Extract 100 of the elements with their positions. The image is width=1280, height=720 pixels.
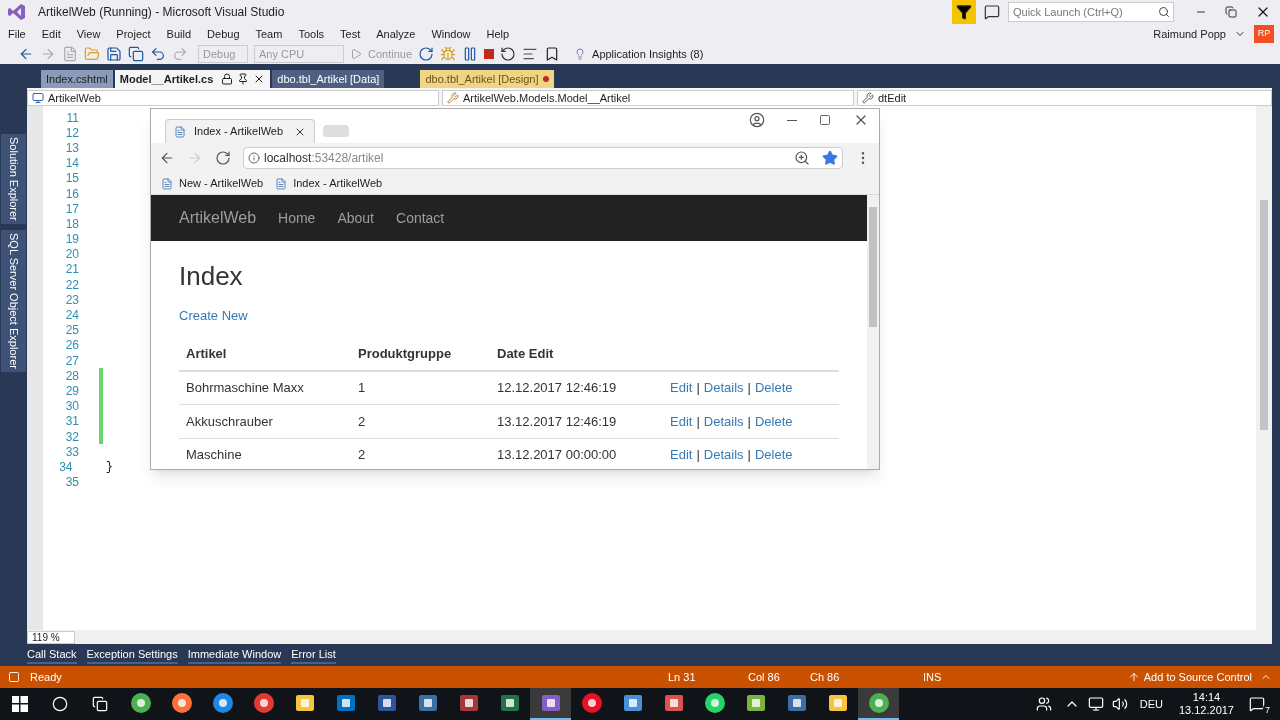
member-dropdown[interactable]: dtEdit (878, 89, 907, 107)
back-icon[interactable] (159, 150, 175, 166)
table-cell-text: Bohrmaschine Maxx (186, 379, 305, 397)
action-link[interactable]: Delete (754, 411, 793, 431)
document-tab[interactable]: Index.cshtml (41, 70, 113, 88)
zoom-dropdown[interactable]: 119 % (27, 630, 75, 644)
bookmark-item[interactable]: New - ArtikelWeb (179, 175, 264, 192)
document-tab[interactable]: Model__Artikel.cs (114, 70, 271, 88)
menu-item[interactable]: File (0, 25, 34, 43)
tool-window-tab[interactable]: Exception Settings (86, 645, 178, 665)
action-link[interactable]: Edit (670, 445, 693, 465)
info-icon[interactable] (248, 152, 260, 164)
scrollbar-thumb[interactable] (869, 207, 877, 327)
property-icon[interactable] (862, 92, 874, 104)
lock-icon[interactable] (221, 73, 234, 85)
clock[interactable]: 14:14 13.12.2017 (1178, 691, 1234, 717)
menu-item[interactable]: Tools (290, 25, 333, 43)
notification-icon[interactable] (1249, 696, 1265, 712)
stop-icon[interactable] (484, 49, 495, 59)
zoom-icon[interactable] (794, 150, 810, 166)
action-link[interactable]: Delete (754, 378, 793, 398)
tool-window-tab[interactable]: Call Stack (27, 645, 77, 665)
filter-button[interactable] (952, 0, 976, 24)
project-icon[interactable] (32, 92, 44, 104)
project-dropdown[interactable]: ArtikelWeb (48, 89, 101, 107)
menu-item[interactable]: Debug (199, 25, 248, 43)
table-cell-text: 13.12.2017 12:46:19 (497, 412, 618, 431)
action-link[interactable]: Delete (754, 445, 793, 465)
action-link[interactable]: Details (703, 378, 744, 398)
clock-time: 14:14 (1192, 691, 1221, 704)
save-icon[interactable] (106, 46, 122, 62)
modified-dot-icon (542, 76, 549, 82)
menu-item[interactable]: Window (423, 25, 479, 43)
taskbar-app[interactable] (530, 688, 571, 720)
action-link[interactable]: Details (703, 445, 744, 465)
save-all-icon[interactable] (128, 46, 144, 62)
user-avatar[interactable]: RP (1254, 25, 1274, 43)
bookmark-star-icon[interactable] (822, 150, 838, 166)
user-name[interactable]: Raimund Popp (1153, 25, 1226, 43)
line-number: 22 (64, 276, 79, 294)
language-indicator[interactable]: DEU (1139, 695, 1163, 713)
menu-item[interactable]: Project (108, 25, 159, 43)
feedback-icon[interactable] (984, 4, 1000, 20)
nav-link[interactable]: Contact (396, 207, 445, 229)
nav-link[interactable]: Home (278, 207, 316, 229)
tool-window-tab[interactable]: Immediate Window (187, 645, 282, 665)
action-link[interactable]: Edit (670, 378, 693, 398)
document-tab[interactable]: dbo.tbl_Artikel [Data] (272, 70, 385, 88)
maximize-icon[interactable] (819, 114, 831, 126)
start-icon[interactable] (12, 696, 28, 712)
restore-icon[interactable] (1225, 6, 1237, 18)
class-icon[interactable] (447, 92, 459, 104)
task-view-icon[interactable] (92, 696, 108, 712)
create-new-link[interactable]: Create New (179, 306, 839, 326)
undo-icon[interactable] (150, 46, 166, 62)
status-text: Ready (30, 669, 63, 685)
menu-item[interactable]: Team (247, 25, 291, 43)
line-number: 21 (64, 261, 79, 279)
page-icon (174, 125, 186, 138)
address-bar[interactable]: localhost:53428/artikel (264, 149, 384, 167)
restart-icon[interactable] (500, 46, 517, 62)
menu-item[interactable]: Edit (33, 25, 69, 43)
side-tab[interactable]: Solution Explorer (1, 134, 26, 224)
action-link[interactable]: Details (703, 411, 744, 431)
menu-item[interactable]: View (68, 25, 109, 43)
nav-link[interactable]: About (337, 207, 374, 229)
line-number: 25 (64, 322, 79, 340)
browser-tab[interactable]: Index - ArtikelWeb (165, 119, 315, 143)
people-icon[interactable] (1035, 696, 1052, 712)
document-tab[interactable]: dbo.tbl_Artikel [Design] (420, 70, 554, 88)
menu-item[interactable]: Analyze (368, 25, 424, 43)
minimize-icon[interactable] (787, 119, 797, 121)
link-separator: | (747, 379, 751, 397)
volume-icon[interactable] (1111, 696, 1128, 712)
scrollbar-thumb[interactable] (1260, 200, 1268, 430)
insights-button[interactable]: Application Insights (8) (592, 45, 704, 63)
table-cell-text: 13.12.2017 00:00:00 (497, 446, 618, 464)
refresh-icon[interactable] (418, 46, 435, 62)
line-number: 34 (58, 458, 73, 476)
menu-item[interactable]: Test (332, 25, 369, 43)
action-link[interactable]: Edit (670, 411, 693, 431)
profile-icon[interactable] (749, 112, 765, 128)
pin-icon[interactable] (237, 73, 250, 85)
back-icon[interactable] (18, 46, 34, 62)
site-brand[interactable]: ArtikelWeb (179, 206, 257, 230)
menu-item[interactable]: Help (478, 25, 518, 43)
search-icon[interactable] (52, 696, 68, 712)
side-tab[interactable]: SQL Server Object Explorer (1, 229, 26, 372)
lightbulb-icon[interactable] (574, 48, 587, 60)
source-control-button[interactable]: Add to Source Control (1143, 668, 1252, 686)
menu-item[interactable]: Build (158, 25, 200, 43)
reload-icon[interactable] (215, 150, 231, 166)
tool-window-tab[interactable]: Error List (291, 645, 336, 665)
table-cell-text: 1 (358, 379, 367, 397)
line-number: 18 (64, 215, 79, 233)
taskbar-app[interactable] (858, 688, 899, 720)
network-icon[interactable] (1087, 696, 1104, 712)
bookmark-item[interactable]: Index - ArtikelWeb (293, 175, 383, 192)
line-number: 30 (64, 398, 79, 416)
indent-icon[interactable] (522, 46, 539, 62)
